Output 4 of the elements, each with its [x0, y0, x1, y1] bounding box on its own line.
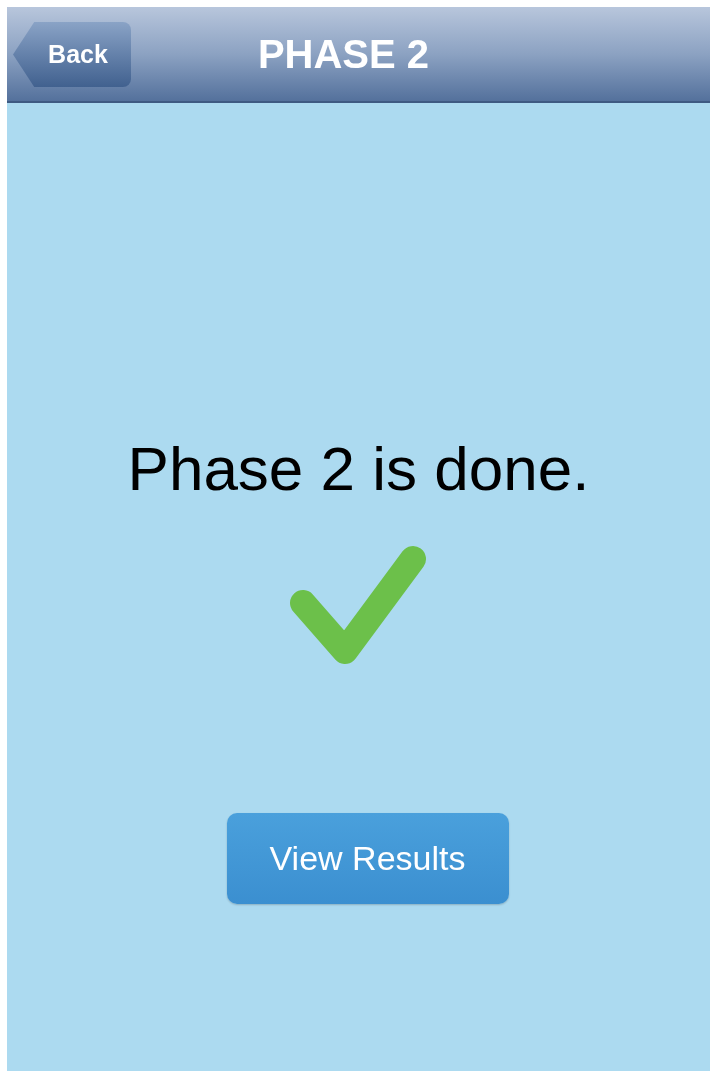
view-results-button[interactable]: View Results: [226, 813, 509, 904]
back-button[interactable]: Back: [13, 22, 131, 87]
screen-title: PHASE 2: [257, 31, 431, 78]
completion-message: Phase 2 is done.: [127, 438, 590, 500]
